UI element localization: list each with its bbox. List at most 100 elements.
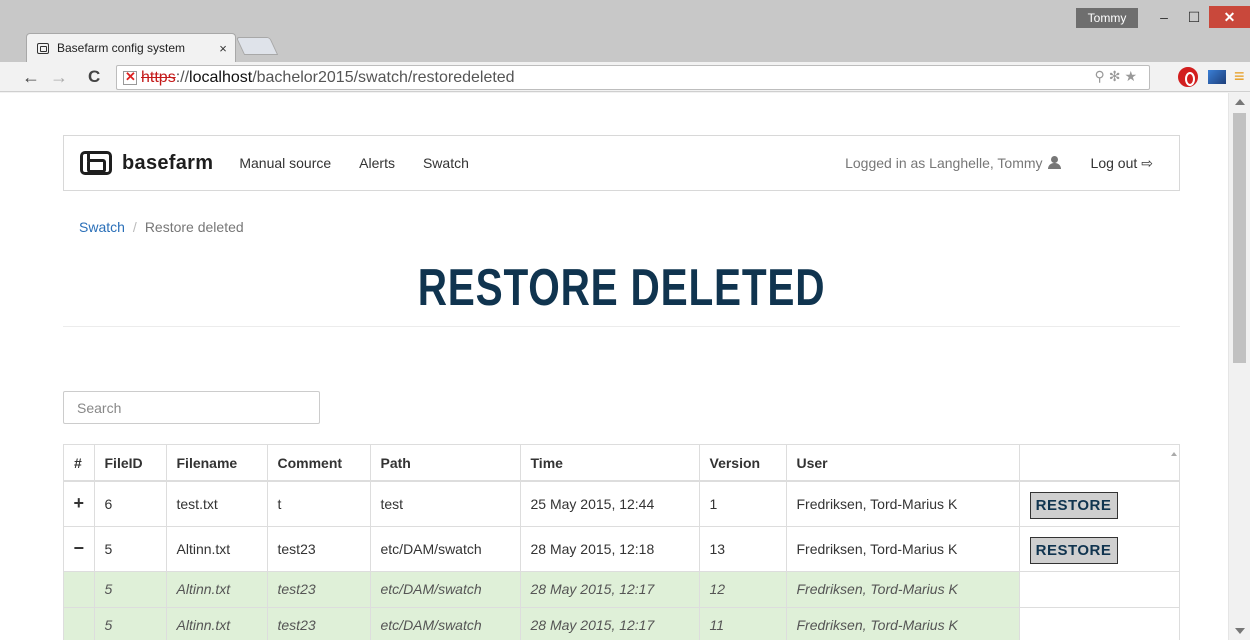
cell-path: test (370, 480, 521, 526)
zoom-and-bookmark-icons[interactable]: ⚲✻★ (1094, 68, 1141, 85)
profile-badge[interactable]: Tommy (1076, 8, 1138, 28)
cell-fileid: 5 (94, 606, 167, 640)
page-scrollbar[interactable] (1228, 93, 1250, 640)
search-input[interactable] (63, 391, 320, 424)
scroll-down-icon[interactable] (1235, 628, 1245, 634)
forward-arrow-icon[interactable]: → (50, 66, 68, 88)
breadcrumb-swatch-link[interactable]: Swatch (79, 219, 125, 235)
title-divider (63, 326, 1180, 327)
browser-toolbar: ← → C https://localhost/bachelor2015/swa… (0, 62, 1250, 92)
logout-icon: ⇨ (1141, 154, 1153, 171)
breadcrumb-separator: / (132, 219, 137, 235)
breadcrumb-current: Restore deleted (144, 219, 244, 235)
table-row: − 5 Altinn.txt test23 etc/DAM/swatch 28 … (64, 525, 1179, 571)
minimize-icon[interactable]: – (1149, 6, 1179, 28)
col-header-filename[interactable]: Filename (166, 445, 268, 482)
cell-version: 12 (699, 570, 787, 607)
page-viewport: basefarm Manual source Alerts Swatch Log… (0, 93, 1228, 640)
col-header-index[interactable]: # (64, 445, 95, 482)
restore-button[interactable]: RESTORE (1029, 537, 1118, 564)
nav-manual-source[interactable]: Manual source (239, 155, 331, 171)
chrome-menu-icon[interactable]: ≡ (1234, 66, 1245, 87)
navbar-right: Logged in as Langhelle, Tommy Log out ⇨ (845, 155, 1153, 172)
cell-user: Fredriksen, Tord-Marius K (786, 480, 1020, 526)
version-subrow: 5 Altinn.txt test23 etc/DAM/swatch 28 Ma… (64, 570, 1179, 607)
cell-blank (1019, 570, 1179, 607)
browser-tab[interactable]: Basefarm config system × (26, 33, 236, 62)
restore-button[interactable]: RESTORE (1029, 492, 1118, 520)
table-header-row: # FileID Filename Comment Path Time Vers… (64, 445, 1179, 482)
cell-comment: t (267, 480, 371, 526)
col-header-fileid[interactable]: FileID (94, 445, 167, 482)
cell-fileid: 5 (94, 570, 167, 607)
cell-user: Fredriksen, Tord-Marius K (786, 606, 1020, 640)
cell-actions: RESTORE (1019, 525, 1179, 571)
cell-blank (1019, 606, 1179, 640)
basefarm-favicon-icon (37, 42, 49, 54)
expand-plus-icon[interactable]: + (64, 480, 95, 526)
cell-path: etc/DAM/swatch (370, 606, 521, 640)
cell-path: etc/DAM/swatch (370, 570, 521, 607)
cell-comment: test23 (267, 606, 371, 640)
tab-close-icon[interactable]: × (211, 41, 235, 56)
insecure-lock-icon[interactable] (123, 69, 137, 85)
cell-comment: test23 (267, 525, 371, 571)
col-header-path[interactable]: Path (370, 445, 521, 482)
cell-comment: test23 (267, 570, 371, 607)
cell-fileid: 6 (94, 480, 167, 526)
tab-title: Basefarm config system (57, 41, 186, 55)
opera-extension-icon[interactable] (1178, 67, 1198, 87)
brand-name: basefarm (122, 151, 214, 174)
page-title: RESTORE DELETED (417, 259, 826, 317)
cell-filename: test.txt (166, 480, 268, 526)
logged-in-text: Logged in as Langhelle, Tommy (845, 155, 1043, 171)
logout-label: Log out (1090, 155, 1138, 171)
cell-filename: Altinn.txt (166, 606, 268, 640)
brand-logo[interactable]: basefarm (80, 151, 213, 175)
cell-path: etc/DAM/swatch (370, 525, 521, 571)
cell-fileid: 5 (94, 525, 167, 571)
breadcrumb: Swatch / Restore deleted (79, 219, 244, 235)
address-bar[interactable]: https://localhost/bachelor2015/swatch/re… (116, 65, 1150, 90)
site-navbar: basefarm Manual source Alerts Swatch Log… (63, 135, 1180, 191)
nav-alerts[interactable]: Alerts (359, 155, 395, 171)
url-text: https://localhost/bachelor2015/swatch/re… (141, 68, 515, 86)
col-header-comment[interactable]: Comment (267, 445, 371, 482)
cell-time: 25 May 2015, 12:44 (520, 480, 700, 526)
deleted-files-table: # FileID Filename Comment Path Time Vers… (63, 444, 1180, 640)
cell-version: 11 (699, 606, 787, 640)
col-header-time[interactable]: Time (520, 445, 700, 482)
table-row: + 6 test.txt t test 25 May 2015, 12:44 1… (64, 480, 1179, 526)
new-tab-button[interactable] (235, 37, 279, 55)
cell-filename: Altinn.txt (166, 570, 268, 607)
col-header-user[interactable]: User (786, 445, 1020, 482)
cell-time: 28 May 2015, 12:18 (520, 525, 700, 571)
back-arrow-icon[interactable]: ← (22, 66, 40, 88)
col-header-version[interactable]: Version (699, 445, 787, 482)
screen-extension-icon[interactable] (1208, 70, 1226, 84)
scroll-thumb[interactable] (1233, 113, 1246, 363)
user-icon (1047, 156, 1061, 170)
cell-user: Fredriksen, Tord-Marius K (786, 570, 1020, 607)
table-scroll-up-icon[interactable] (1171, 452, 1177, 456)
basefarm-logo-icon (80, 151, 112, 175)
collapse-minus-icon[interactable]: − (64, 525, 95, 571)
maximize-icon[interactable]: ☐ (1179, 6, 1209, 28)
cell-empty (64, 570, 95, 607)
cell-empty (64, 606, 95, 640)
cell-time: 28 May 2015, 12:17 (520, 606, 700, 640)
cell-filename: Altinn.txt (166, 525, 268, 571)
col-header-actions (1019, 445, 1179, 482)
cell-user: Fredriksen, Tord-Marius K (786, 525, 1020, 571)
cell-actions: RESTORE (1019, 480, 1179, 526)
version-subrow: 5 Altinn.txt test23 etc/DAM/swatch 28 Ma… (64, 606, 1179, 640)
close-window-icon[interactable]: ✕ (1209, 6, 1250, 28)
logged-in-status: Logged in as Langhelle, Tommy (845, 155, 1061, 171)
cell-version: 1 (699, 480, 787, 526)
cell-time: 28 May 2015, 12:17 (520, 570, 700, 607)
scroll-up-icon[interactable] (1235, 99, 1245, 105)
logout-link[interactable]: Log out ⇨ (1091, 155, 1153, 172)
reload-icon[interactable]: C (88, 66, 100, 88)
cell-version: 13 (699, 525, 787, 571)
nav-swatch[interactable]: Swatch (423, 155, 469, 171)
